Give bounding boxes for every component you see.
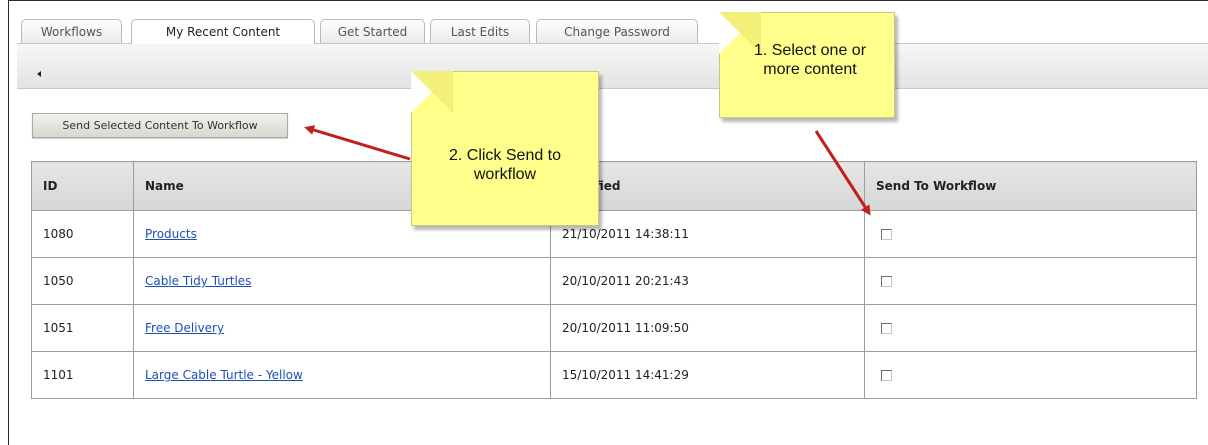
column-header-id[interactable]: ID — [31, 161, 134, 211]
callout-note-step-1: 1. Select one or more content — [719, 12, 895, 118]
tab-workflows[interactable]: Workflows — [21, 19, 122, 43]
table-row: 1051 Free Delivery 20/10/2011 11:09:50 — [31, 304, 1197, 352]
row-name-cell: Large Cable Turtle - Yellow — [133, 351, 551, 399]
content-link[interactable]: Large Cable Turtle - Yellow — [145, 368, 303, 382]
tab-toolbar — [17, 43, 1208, 89]
tab-get-started[interactable]: Get Started — [320, 19, 425, 43]
recent-content-table: ID Name Modified Send To Workflow 1080 P… — [31, 161, 1197, 399]
tab-label: My Recent Content — [165, 25, 281, 39]
tab-label: Workflows — [40, 25, 103, 39]
row-id: 1080 — [31, 210, 134, 258]
row-name-cell: Free Delivery — [133, 304, 551, 352]
note-fold-flap — [411, 71, 453, 113]
tab-my-recent-content[interactable]: My Recent Content — [131, 19, 315, 44]
row-name-cell: Cable Tidy Turtles — [133, 257, 551, 305]
table-row: 1050 Cable Tidy Turtles 20/10/2011 20:21… — [31, 257, 1197, 305]
row-modified: 20/10/2011 11:09:50 — [550, 304, 865, 352]
column-header-send-to-workflow[interactable]: Send To Workflow — [864, 161, 1197, 211]
tab-label: Get Started — [337, 25, 408, 39]
callout-text-step-2: 2. Click Send to workflow — [448, 147, 562, 183]
row-id: 1051 — [31, 304, 134, 352]
row-send-cell — [864, 304, 1197, 352]
table-row: 1101 Large Cable Turtle - Yellow 15/10/2… — [31, 351, 1197, 399]
table-row: 1080 Products 21/10/2011 14:38:11 — [31, 210, 1197, 258]
row-modified: 15/10/2011 14:41:29 — [550, 351, 865, 399]
tab-label: Last Edits — [450, 25, 510, 39]
row-send-cell — [864, 257, 1197, 305]
row-modified: 20/10/2011 20:21:43 — [550, 257, 865, 305]
tab-change-password[interactable]: Change Password — [536, 19, 698, 43]
content-link[interactable]: Cable Tidy Turtles — [145, 274, 251, 288]
content-link[interactable]: Free Delivery — [145, 321, 224, 335]
callout-text-step-1: 1. Select one or more content — [753, 42, 867, 78]
callout-note-step-2: 2. Click Send to workflow — [411, 71, 599, 226]
send-to-workflow-checkbox[interactable] — [881, 370, 892, 381]
send-selected-content-button[interactable]: Send Selected Content To Workflow — [32, 113, 288, 138]
content-link[interactable]: Products — [145, 227, 197, 241]
row-id: 1050 — [31, 257, 134, 305]
send-to-workflow-checkbox[interactable] — [881, 229, 892, 240]
tab-last-edits[interactable]: Last Edits — [430, 19, 530, 43]
caret-left-icon[interactable] — [37, 71, 41, 77]
row-id: 1101 — [31, 351, 134, 399]
row-send-cell — [864, 351, 1197, 399]
send-to-workflow-checkbox[interactable] — [881, 276, 892, 287]
tab-label: Change Password — [564, 25, 670, 39]
row-send-cell — [864, 210, 1197, 258]
table-header-row: ID Name Modified Send To Workflow — [31, 161, 1197, 211]
send-to-workflow-checkbox[interactable] — [881, 323, 892, 334]
